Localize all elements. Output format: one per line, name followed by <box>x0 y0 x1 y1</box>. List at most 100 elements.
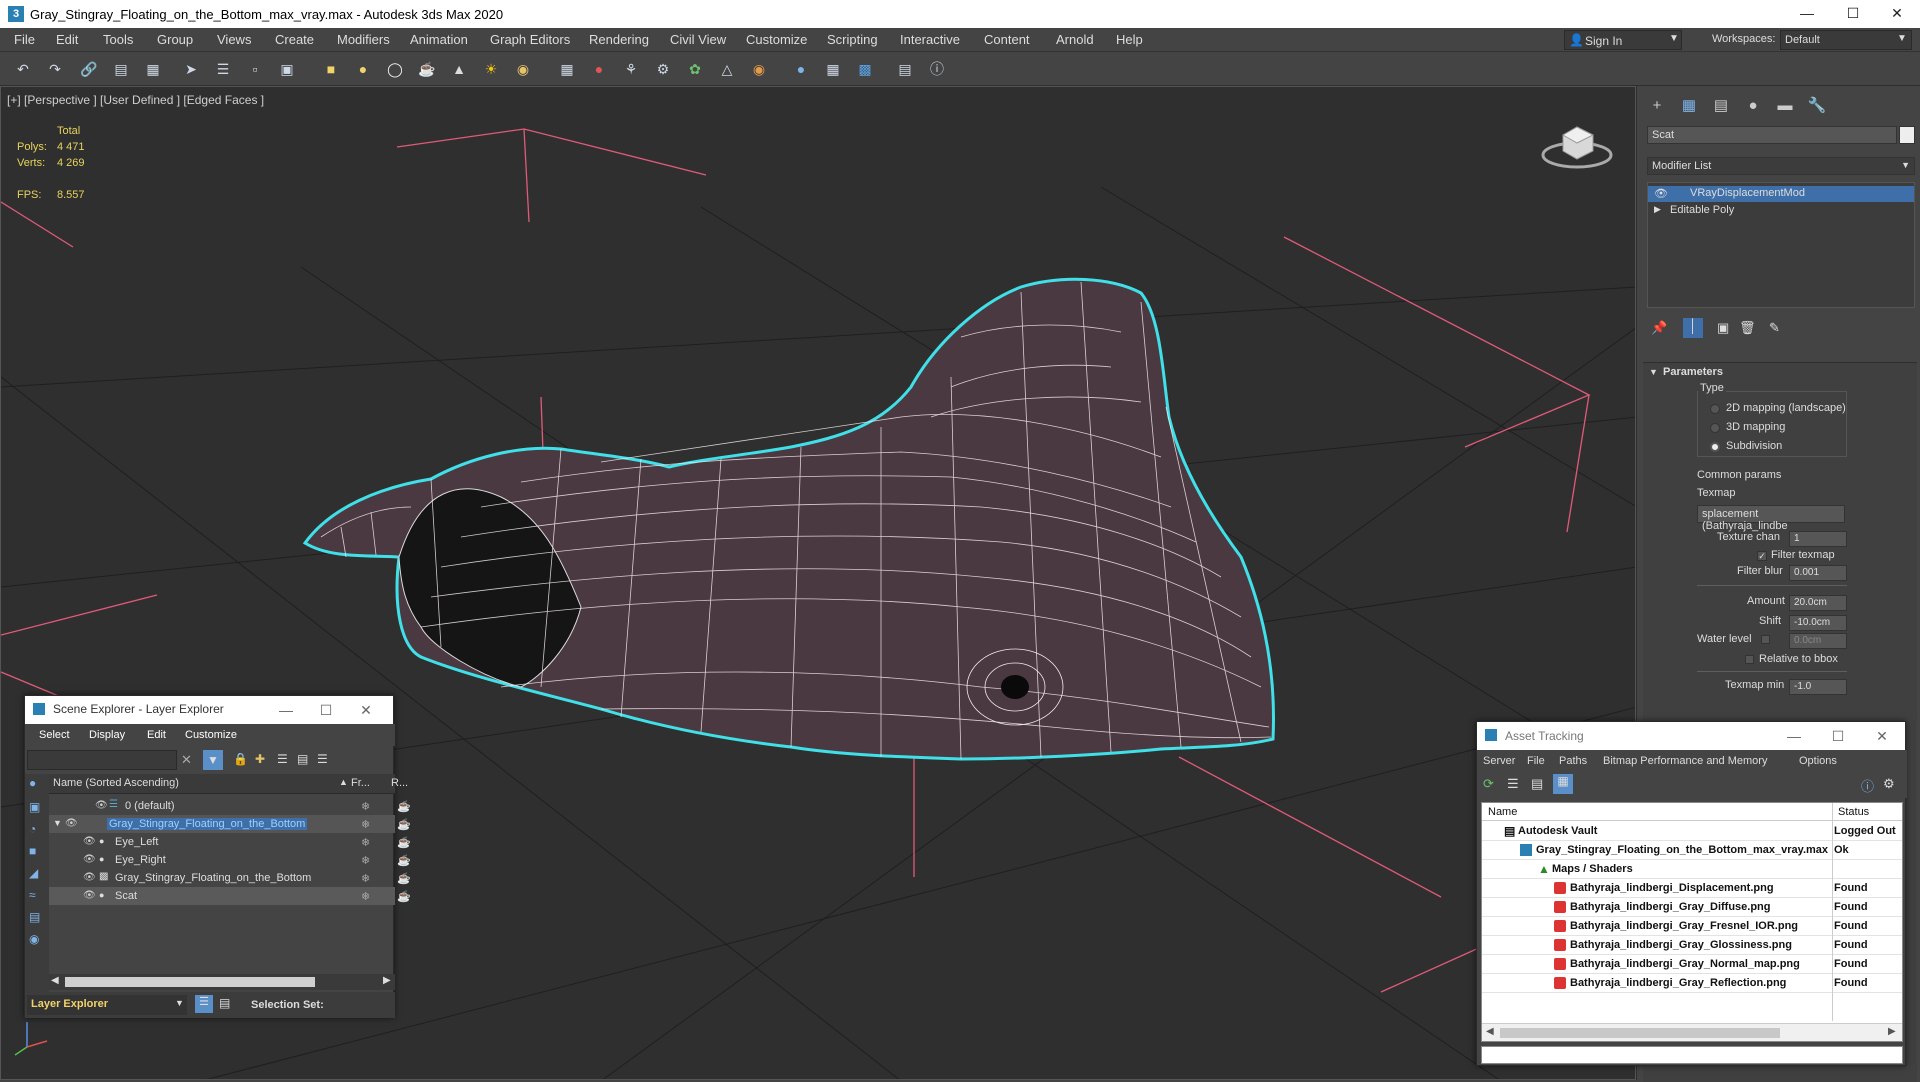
close-button[interactable]: ✕ <box>1874 0 1920 28</box>
menu-group[interactable]: Group <box>157 32 193 47</box>
filter-texmap-checkbox[interactable]: ✓ <box>1757 551 1767 561</box>
redo-icon[interactable]: ↷ <box>44 58 66 80</box>
menu-animation[interactable]: Animation <box>410 32 468 47</box>
maximize-button[interactable]: ☐ <box>1823 726 1853 746</box>
at-menu-paths[interactable]: Paths <box>1559 755 1587 767</box>
render-teapot-icon[interactable]: ☕ <box>397 872 411 885</box>
se-menu-edit[interactable]: Edit <box>147 729 166 741</box>
asset-row-vault[interactable]: ▤ Autodesk Vault Logged Out ... <box>1482 822 1902 849</box>
parameters-title[interactable]: Parameters <box>1663 366 1723 378</box>
expand-arrow-icon[interactable]: ▶ <box>1654 204 1661 215</box>
teapot-icon[interactable]: ☕ <box>416 58 438 80</box>
vray-icon[interactable]: ◉ <box>748 58 770 80</box>
light-icon[interactable]: ☀ <box>480 58 502 80</box>
asset-row-texture[interactable]: Bathyraja_lindbergi_Gray_Diffuse.png Fou… <box>1482 898 1902 917</box>
render-teapot-icon[interactable]: ☕ <box>397 890 411 903</box>
unlink-icon[interactable]: ▤ <box>110 58 132 80</box>
hdr-icon[interactable]: △ <box>716 58 738 80</box>
freeze-icon[interactable]: ❄ <box>361 872 370 885</box>
help-icon[interactable]: ⓘ <box>926 58 948 80</box>
asset-row-texture[interactable]: Bathyraja_lindbergi_Gray_Glossiness.png … <box>1482 936 1902 955</box>
frame-buffer-icon[interactable]: ▩ <box>854 58 876 80</box>
asset-row-texture[interactable]: Bathyraja_lindbergi_Gray_Fresnel_IOR.png… <box>1482 917 1902 936</box>
scroll-right-icon[interactable]: ▶ <box>383 975 391 986</box>
se-menu-select[interactable]: Select <box>39 729 70 741</box>
texmap-button[interactable]: splacement (Bathyraja_lindbe <box>1697 505 1845 532</box>
utilities-tab-icon[interactable]: 🔧 <box>1807 96 1827 116</box>
sign-in-dropdown[interactable]: 👤 Sign In ▼ <box>1564 30 1682 50</box>
new-layer-icon[interactable]: ✚ <box>255 752 265 766</box>
at-menu-options[interactable]: Options <box>1799 755 1837 767</box>
column-name-header[interactable]: Name (Sorted Ascending) <box>53 777 179 789</box>
relative-bbox-checkbox[interactable] <box>1745 655 1754 664</box>
tree-row-default-layer[interactable]: 👁 ☰ 0 (default) ❄ ☕ <box>49 797 411 815</box>
refresh-icon[interactable]: ⟳ <box>1483 776 1494 792</box>
tree-row-eye-left[interactable]: 👁 ● Eye_Left ❄ ☕ <box>49 833 411 851</box>
texmap-min-spinner[interactable]: -1.0 <box>1789 679 1847 695</box>
scroll-left-icon[interactable]: ◀ <box>51 975 59 986</box>
minimize-button[interactable]: — <box>1784 0 1830 28</box>
collapse-arrow-icon[interactable]: ▼ <box>53 818 62 828</box>
modifier-list-dropdown[interactable]: Modifier List ▼ <box>1647 157 1915 175</box>
se-search-input[interactable] <box>27 750 177 770</box>
tree-row-stingray-layer[interactable]: ▼ 👁 Gray_Stingray_Floating_on_the_Bottom… <box>49 815 411 833</box>
menu-civil-view[interactable]: Civil View <box>670 32 726 47</box>
transform-icon[interactable]: ⚘ <box>620 58 642 80</box>
display-shapes-icon[interactable]: ◔ <box>29 822 36 836</box>
select-by-name-icon[interactable]: ☰ <box>212 58 234 80</box>
scroll-thumb[interactable] <box>1500 1028 1780 1038</box>
explorer-mode-dropdown[interactable]: Layer Explorer ▼ <box>27 995 187 1015</box>
hierarchy-icon[interactable]: ▤ <box>297 752 308 766</box>
layer-mode-icon[interactable]: ☰ <box>195 995 213 1013</box>
column-name-header[interactable]: Name <box>1488 806 1517 818</box>
at-menu-server[interactable]: Server <box>1483 755 1515 767</box>
object-name-field[interactable]: Scat <box>1647 126 1897 144</box>
workspaces-dropdown[interactable]: Default ▼ <box>1780 30 1912 50</box>
viewcube[interactable] <box>1541 115 1613 171</box>
select-object-icon[interactable]: ➤ <box>180 58 202 80</box>
asset-horizontal-scrollbar[interactable]: ◀ ▶ <box>1482 1023 1902 1041</box>
column-frozen-header[interactable]: Fr... <box>351 777 370 789</box>
minimize-button[interactable]: — <box>1779 726 1809 746</box>
menu-help[interactable]: Help <box>1116 32 1143 47</box>
menu-modifiers[interactable]: Modifiers <box>337 32 390 47</box>
asset-row-maps-shaders[interactable]: ▲ Maps / Shaders <box>1482 860 1902 879</box>
display-tab-icon[interactable]: ▬ <box>1775 96 1795 116</box>
stack-item-editable-poly[interactable]: ▶ Editable Poly <box>1648 203 1914 219</box>
configure-icon[interactable]: ✎ <box>1769 320 1780 336</box>
asset-row-texture[interactable]: Bathyraja_lindbergi_Gray_Normal_map.png … <box>1482 955 1902 974</box>
bind-space-warp-icon[interactable]: ▦ <box>142 58 164 80</box>
list-view-icon[interactable]: ☰ <box>1507 776 1519 792</box>
layers-icon[interactable]: ☰ <box>277 752 288 766</box>
display-geometry-icon[interactable]: ▣ <box>29 800 40 814</box>
shift-spinner[interactable]: -10.0cm <box>1789 615 1847 631</box>
radio-2d-mapping[interactable] <box>1710 404 1720 414</box>
create-tab-icon[interactable]: + <box>1647 96 1667 116</box>
scroll-thumb[interactable] <box>65 977 315 987</box>
cone-icon[interactable]: ▲ <box>448 58 470 80</box>
se-horizontal-scrollbar[interactable]: ◀ ▶ <box>49 974 395 990</box>
display-lights-icon[interactable]: ■ <box>29 844 36 858</box>
at-menu-file[interactable]: File <box>1527 755 1545 767</box>
menu-scripting[interactable]: Scripting <box>827 32 878 47</box>
material-icon[interactable]: ● <box>588 58 610 80</box>
display-cameras-icon[interactable]: ◢ <box>29 866 38 880</box>
scene-explorer-titlebar[interactable]: Scene Explorer - Layer Explorer — ☐ ✕ <box>25 696 393 724</box>
hierarchy-tab-icon[interactable]: ▤ <box>1711 96 1731 116</box>
settings-icon[interactable]: ⚙ <box>1883 776 1895 792</box>
visibility-eye-icon[interactable]: 👁 <box>83 836 96 847</box>
render-teapot-icon[interactable]: ☕ <box>397 800 411 813</box>
display-objects-icon[interactable]: ● <box>29 776 36 790</box>
menu-interactive[interactable]: Interactive <box>900 32 960 47</box>
clear-search-icon[interactable]: ✕ <box>181 752 192 768</box>
link-icon[interactable]: 🔗 <box>78 58 100 80</box>
render-setup-icon[interactable]: ▦ <box>822 58 844 80</box>
maximize-button[interactable]: ☐ <box>311 700 341 720</box>
menu-create[interactable]: Create <box>275 32 314 47</box>
column-render-header[interactable]: R... <box>391 777 408 789</box>
freeze-icon[interactable]: ❄ <box>361 800 370 813</box>
scroll-right-icon[interactable]: ▶ <box>1888 1026 1896 1037</box>
display-helpers-icon[interactable]: ≈ <box>29 888 36 902</box>
freeze-icon[interactable]: ❄ <box>361 890 370 903</box>
make-unique-icon[interactable]: ▣ <box>1717 320 1729 336</box>
